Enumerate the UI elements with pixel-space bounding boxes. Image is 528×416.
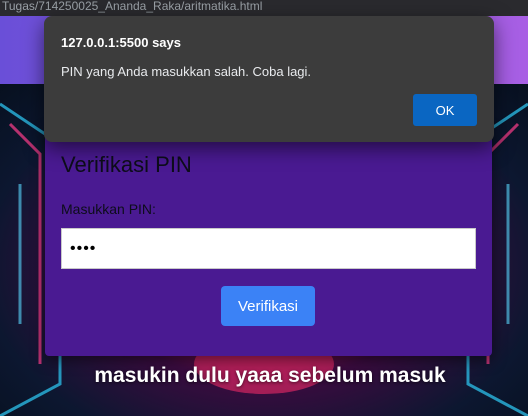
alert-origin: 127.0.0.1:5500 says [61, 35, 181, 50]
address-bar[interactable]: Tugas/714250025_Ananda_Raka/aritmatika.h… [0, 0, 528, 16]
page-caption: masukin dulu yaaa sebelum masuk [94, 364, 446, 387]
pin-input[interactable] [61, 228, 476, 269]
verify-button[interactable]: Verifikasi [221, 286, 315, 326]
pin-verification-card: Verifikasi PIN Masukkan PIN: Verifikasi [45, 128, 492, 356]
address-bar-url: Tugas/714250025_Ananda_Raka/aritmatika.h… [2, 0, 263, 13]
alert-message: PIN yang Anda masukkan salah. Coba lagi. [61, 64, 312, 79]
alert-dialog: 127.0.0.1:5500 says PIN yang Anda masukk… [44, 16, 494, 142]
pin-label: Masukkan PIN: [61, 201, 156, 217]
alert-ok-button[interactable]: OK [413, 94, 477, 126]
pin-title: Verifikasi PIN [61, 152, 192, 177]
